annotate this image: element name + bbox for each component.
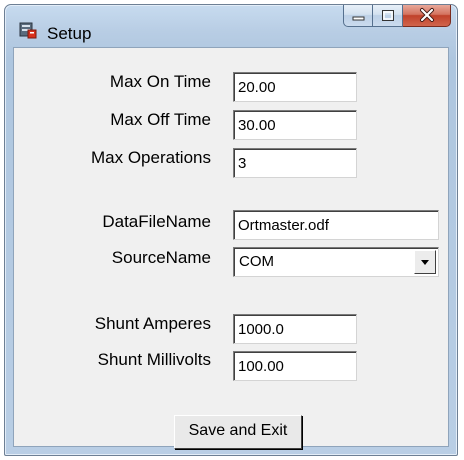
maximize-icon	[382, 10, 394, 21]
chevron-down-icon	[421, 260, 429, 265]
shunt-amperes-input[interactable]	[233, 314, 357, 344]
source-name-value: COM	[239, 253, 274, 270]
setup-form: Max On Time Max Off Time Max Operations …	[13, 47, 449, 449]
save-and-exit-button[interactable]: Save and Exit	[174, 415, 302, 449]
max-operations-input[interactable]	[233, 148, 357, 178]
caption-buttons	[343, 5, 451, 31]
window-title: Setup	[47, 24, 92, 43]
shunt-millivolts-input[interactable]	[233, 351, 357, 381]
shunt-amperes-label: Shunt Amperes	[94, 314, 211, 333]
max-on-time-input[interactable]	[233, 72, 357, 102]
shunt-millivolts-label: Shunt Millivolts	[97, 350, 211, 369]
source-name-dropdown-button[interactable]	[414, 250, 436, 274]
close-button[interactable]	[403, 5, 451, 27]
max-off-time-input[interactable]	[233, 110, 357, 140]
maximize-button[interactable]	[373, 5, 403, 27]
minimize-icon	[352, 16, 365, 21]
max-on-time-label: Max On Time	[109, 72, 211, 91]
max-operations-label: Max Operations	[91, 148, 211, 167]
minimize-button[interactable]	[343, 5, 373, 27]
close-icon	[420, 8, 434, 22]
title-bar[interactable]: Setup	[5, 5, 457, 47]
source-name-label: SourceName	[111, 248, 211, 267]
setup-window: Setup Max On Time 20.00 Max Off Time 30.…	[4, 4, 458, 456]
data-file-name-label: DataFileName	[102, 212, 211, 231]
data-file-name-input[interactable]	[233, 210, 439, 240]
max-off-time-label: Max Off Time	[110, 110, 211, 129]
source-name-select[interactable]: COM	[233, 247, 439, 277]
setup-app-icon	[19, 22, 37, 39]
